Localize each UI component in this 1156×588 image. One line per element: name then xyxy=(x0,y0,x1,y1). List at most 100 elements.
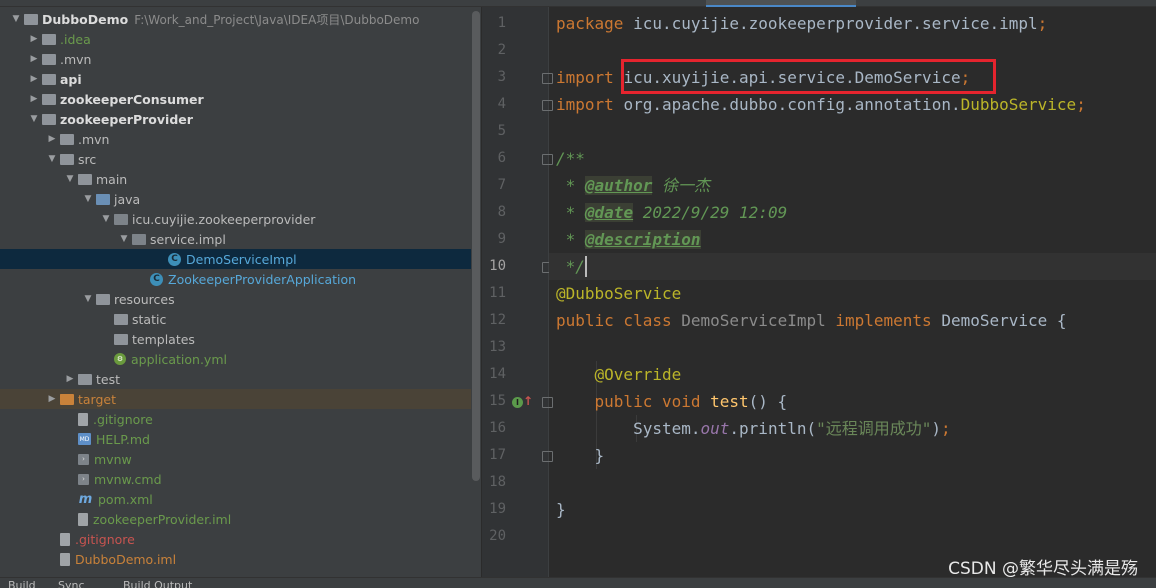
code-editor[interactable]: 1 2 3 4 5 6 7 8 9 10 11 12 13 14 15 I ↑ 16 17 18 19 20 packag… xyxy=(482,7,1156,577)
tree-item[interactable]: ▼ java xyxy=(0,189,471,209)
tree-item-label: mvnw xyxy=(94,451,132,467)
chevron-down-icon[interactable]: ▼ xyxy=(82,189,94,209)
tree-item[interactable]: ▼ DubboDemo F:\Work_and_Project\Java\IDEA项… xyxy=(0,9,471,29)
tree-item[interactable]: .gitignore xyxy=(0,409,471,429)
tree-item[interactable]: ▶ .idea xyxy=(0,29,471,49)
code-token: 2022/9/29 12:09 xyxy=(633,203,788,222)
tree-item[interactable]: ▼ main xyxy=(0,169,471,189)
line-number[interactable]: 17 xyxy=(482,442,506,469)
code-line[interactable]: * @date 2022/9/29 12:09 xyxy=(556,199,787,226)
tree-item[interactable]: DubboDemo.iml xyxy=(0,549,471,569)
code-line[interactable]: @DubboService xyxy=(556,280,681,307)
tree-item[interactable]: MD HELP.md xyxy=(0,429,471,449)
code-token: test xyxy=(710,392,749,411)
chevron-down-icon[interactable]: ▼ xyxy=(118,229,130,249)
line-number[interactable]: 13 xyxy=(482,334,506,361)
chevron-down-icon[interactable]: ▼ xyxy=(28,109,40,129)
tree-item[interactable]: m pom.xml xyxy=(0,489,471,509)
chevron-right-icon[interactable]: ▶ xyxy=(46,389,58,409)
current-line-highlight xyxy=(549,253,1156,280)
line-number[interactable]: 12 xyxy=(482,307,506,334)
chevron-down-icon[interactable]: ▼ xyxy=(10,9,22,29)
tree-item[interactable]: ▼ zookeeperProvider xyxy=(0,109,471,129)
line-number[interactable]: 20 xyxy=(482,523,506,550)
chevron-right-icon[interactable]: ▶ xyxy=(64,369,76,389)
fold-marker-icon[interactable] xyxy=(542,154,553,165)
code-token: org.apache.dubbo.config.annotation. xyxy=(623,95,961,114)
code-token: @date xyxy=(584,203,634,222)
tree-item[interactable]: ▼ icu.cuyijie.zookeeperprovider xyxy=(0,209,471,229)
tree-item[interactable]: › mvnw.cmd xyxy=(0,469,471,489)
tree-item[interactable]: .gitignore xyxy=(0,529,471,549)
tree-item[interactable]: static xyxy=(0,309,471,329)
chevron-right-icon[interactable]: ▶ xyxy=(28,69,40,89)
tree-item[interactable]: C ZookeeperProviderApplication xyxy=(0,269,471,289)
code-line[interactable]: } xyxy=(556,442,605,469)
line-number[interactable]: 6 xyxy=(482,145,506,172)
line-number[interactable]: 4 xyxy=(482,91,506,118)
chevron-right-icon[interactable]: ▶ xyxy=(28,29,40,49)
line-number[interactable]: 5 xyxy=(482,118,506,145)
tree-item[interactable]: ▶ api xyxy=(0,69,471,89)
tree-item[interactable]: ▶ .mvn xyxy=(0,129,471,149)
code-line[interactable]: public void test() { xyxy=(556,388,788,415)
line-number[interactable]: 1 xyxy=(482,10,506,37)
code-token: * xyxy=(556,203,585,222)
tree-item[interactable]: ▶ zookeeperConsumer xyxy=(0,89,471,109)
line-number[interactable]: 7 xyxy=(482,172,506,199)
chevron-right-icon[interactable]: ▶ xyxy=(46,129,58,149)
code-token: DemoServiceImpl xyxy=(681,311,836,330)
code-line[interactable]: */ xyxy=(556,253,585,280)
fold-marker-icon[interactable] xyxy=(542,73,553,84)
tree-item[interactable]: ▶ target xyxy=(0,389,471,409)
fold-marker-icon[interactable] xyxy=(542,100,553,111)
code-line[interactable]: @Override xyxy=(556,361,682,388)
line-number[interactable]: 3 xyxy=(482,64,506,91)
code-line[interactable]: } xyxy=(556,496,566,523)
code-line[interactable]: * @author 徐一杰 xyxy=(556,172,710,199)
tree-item[interactable]: zookeeperProvider.iml xyxy=(0,509,471,529)
line-number[interactable]: 10 xyxy=(482,253,506,280)
line-number[interactable]: 15 xyxy=(482,388,506,415)
line-number[interactable]: 18 xyxy=(482,469,506,496)
code-line[interactable]: import org.apache.dubbo.config.annotatio… xyxy=(556,91,1086,118)
tree-item[interactable]: ▶ .mvn xyxy=(0,49,471,69)
tree-item[interactable]: ▼ service.impl xyxy=(0,229,471,249)
implements-method-icon[interactable]: I ↑ xyxy=(512,394,533,408)
code-line[interactable]: public class DemoServiceImpl implements … xyxy=(556,307,1067,334)
folder-icon xyxy=(24,13,38,25)
tree-item-label: main xyxy=(96,171,128,187)
line-number[interactable]: 11 xyxy=(482,280,506,307)
chevron-down-icon[interactable]: ▼ xyxy=(100,209,112,229)
tree-item-label: .gitignore xyxy=(93,411,153,427)
chevron-down-icon[interactable]: ▼ xyxy=(82,289,94,309)
tree-item[interactable]: › mvnw xyxy=(0,449,471,469)
line-number[interactable]: 9 xyxy=(482,226,506,253)
active-editor-tab[interactable] xyxy=(706,0,856,7)
fold-marker-icon[interactable] xyxy=(542,397,553,408)
tree-item[interactable]: templates xyxy=(0,329,471,349)
chevron-right-icon[interactable]: ▶ xyxy=(28,49,40,69)
line-number[interactable]: 14 xyxy=(482,361,506,388)
chevron-right-icon[interactable]: ▶ xyxy=(28,89,40,109)
line-number[interactable]: 2 xyxy=(482,37,506,64)
line-number[interactable]: 8 xyxy=(482,199,506,226)
line-number[interactable]: 16 xyxy=(482,415,506,442)
fold-marker-icon[interactable] xyxy=(542,451,553,462)
tree-item[interactable]: ▼ resources xyxy=(0,289,471,309)
tree-item[interactable]: ▶ test xyxy=(0,369,471,389)
code-line[interactable]: /** xyxy=(556,145,585,172)
code-line[interactable]: package icu.cuyijie.zookeeperprovider.se… xyxy=(556,10,1047,37)
tree-item[interactable]: ⚙ application.yml xyxy=(0,349,471,369)
tree-item[interactable]: ▼ src xyxy=(0,149,471,169)
code-line[interactable]: * @description xyxy=(556,226,701,253)
project-scrollbar[interactable] xyxy=(472,11,480,481)
tree-item-label: templates xyxy=(132,331,195,347)
chevron-down-icon[interactable]: ▼ xyxy=(64,169,76,189)
line-number[interactable]: 19 xyxy=(482,496,506,523)
code-line[interactable]: System.out.println("远程调用成功"); xyxy=(556,415,951,442)
tree-item[interactable]: C DemoServiceImpl xyxy=(0,249,471,269)
chevron-down-icon[interactable]: ▼ xyxy=(46,149,58,169)
tree-item-label: ZookeeperProviderApplication xyxy=(168,271,357,287)
